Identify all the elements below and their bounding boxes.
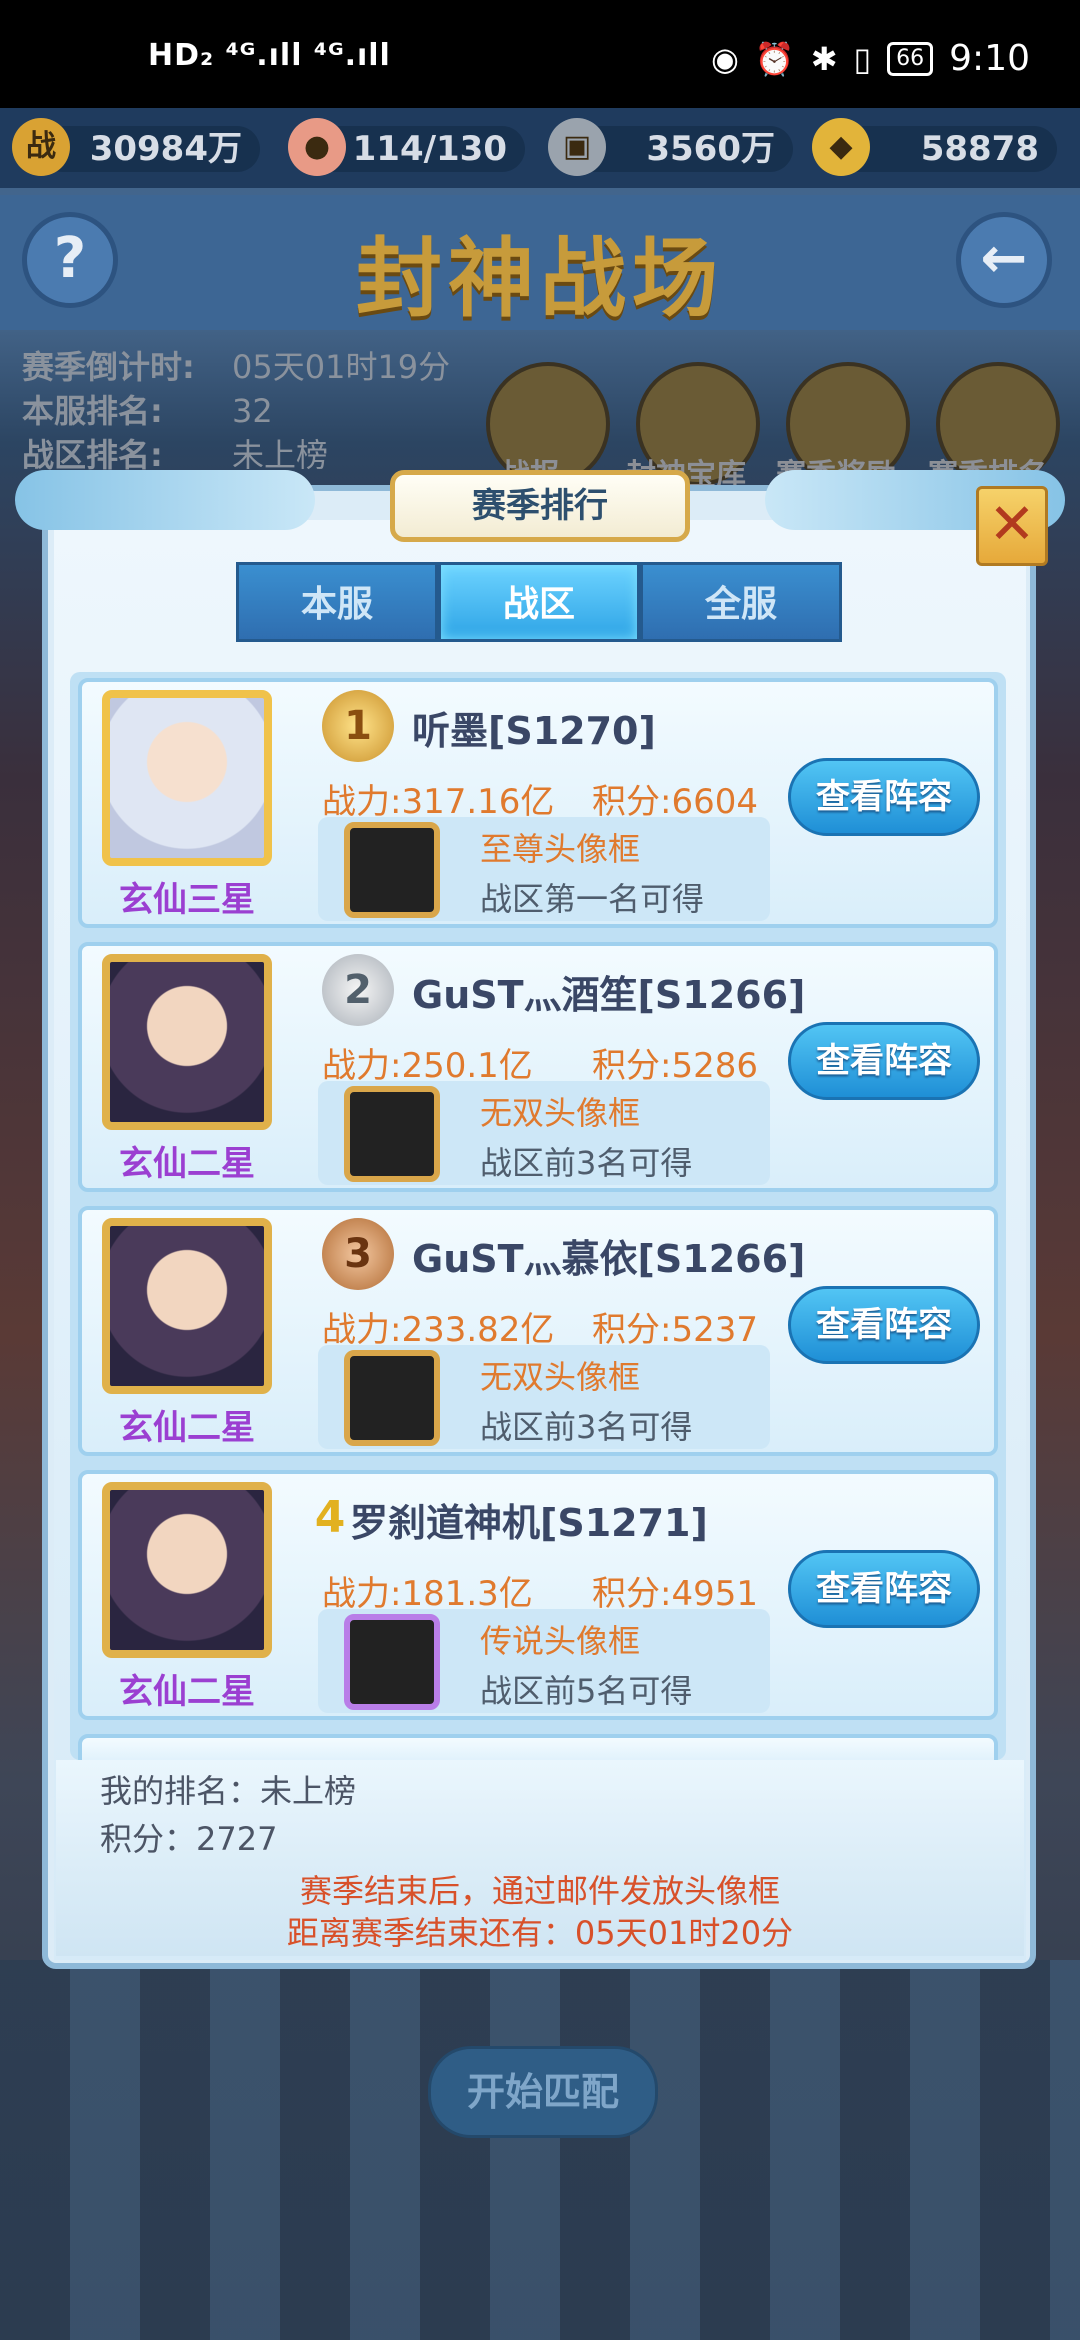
view-lineup-button[interactable]: 查看阵容 <box>788 758 980 836</box>
server-rank-label: 本服排名: <box>22 392 163 430</box>
avatar-frame-icon <box>344 1350 440 1446</box>
start-match-button[interactable]: 开始匹配 <box>428 2046 658 2138</box>
back-button[interactable]: ← <box>956 212 1052 308</box>
countdown-value: 05天01时19分 <box>232 348 451 386</box>
rank-number: 4 <box>314 1492 346 1543</box>
player-name: 听墨[S1270] <box>412 709 656 753</box>
close-button[interactable]: ✕ <box>976 486 1048 566</box>
player-name: 罗刹道神机[S1271] <box>350 1501 708 1545</box>
frame-condition: 战区前3名可得 <box>480 1408 693 1446</box>
battle-power-icon: 战 <box>12 118 70 176</box>
modal-title: 赛季排行 <box>390 470 690 542</box>
ranking-tabs: 本服 战区 全服 <box>236 562 842 642</box>
player-title-label: 玄仙三星 <box>119 880 255 920</box>
player-avatar[interactable] <box>102 1482 272 1658</box>
player-avatar[interactable] <box>102 1218 272 1394</box>
season-info: 赛季倒计时: 05天01时19分 本服排名: 32 战区排名: 未上榜 <box>22 345 450 477</box>
player-name: GuST灬慕依[S1266] <box>412 1237 806 1281</box>
view-lineup-button[interactable]: 查看阵容 <box>788 1550 980 1628</box>
eye-comfort-icon: ◉ <box>710 39 739 78</box>
frame-name: 传说头像框 <box>480 1622 641 1660</box>
player-name: GuST灬酒笙[S1266] <box>412 973 806 1017</box>
view-lineup-button[interactable]: 查看阵容 <box>788 1286 980 1364</box>
ranking-list[interactable]: 玄仙三星 1 听墨[S1270] 战力:317.16亿 积分:6604 至尊头像… <box>70 672 1006 1760</box>
player-score: 积分:5237 <box>592 1310 758 1350</box>
cloud-ornament-left <box>15 470 315 530</box>
player-power: 战力:250.1亿 <box>322 1046 533 1086</box>
tab-server[interactable]: 本服 <box>236 562 438 642</box>
player-score: 积分:6604 <box>592 782 758 822</box>
battery-icon: 66 <box>887 41 934 76</box>
frame-condition: 战区第一名可得 <box>480 880 705 918</box>
ranking-entry-2: 玄仙二星 2 GuST灬酒笙[S1266] 战力:250.1亿 积分:5286 … <box>78 942 998 1192</box>
server-rank-value: 32 <box>232 392 273 430</box>
player-power: 战力:181.3亿 <box>322 1574 533 1614</box>
tab-all[interactable]: 全服 <box>640 562 842 642</box>
alarm-icon: ⏰ <box>754 39 795 78</box>
avatar-frame-icon <box>344 1086 440 1182</box>
peach-stamina-icon: ● <box>288 118 346 176</box>
my-score: 积分：2727 <box>100 1820 278 1858</box>
arena-background <box>0 1960 1080 2340</box>
player-avatar[interactable] <box>102 954 272 1130</box>
player-power: 战力:233.82亿 <box>322 1310 555 1350</box>
player-title-label: 玄仙二星 <box>119 1408 255 1448</box>
ranking-entry-3: 玄仙二星 3 GuST灬慕依[S1266] 战力:233.82亿 积分:5237… <box>78 1206 998 1456</box>
frame-condition: 战区前5名可得 <box>480 1672 693 1710</box>
my-rank: 我的排名：未上榜 <box>100 1772 357 1810</box>
game-title: 封神战场 <box>356 229 724 329</box>
coin-icon: ▣ <box>548 118 606 176</box>
ranking-entry-partial <box>78 1734 998 1760</box>
player-score: 积分:5286 <box>592 1046 758 1086</box>
resource-battle-power: 30984万 <box>40 126 260 172</box>
avatar-frame-icon <box>344 822 440 918</box>
tab-zone[interactable]: 战区 <box>438 562 640 642</box>
reward-notice: 赛季结束后，通过邮件发放头像框 <box>299 1872 780 1910</box>
clock: 9:10 <box>949 38 1030 79</box>
rank-medal-icon: 3 <box>322 1218 394 1290</box>
player-score: 积分:4951 <box>592 1574 758 1614</box>
help-button[interactable]: ? <box>22 212 118 308</box>
rank-medal-icon: 1 <box>322 690 394 762</box>
player-title-label: 玄仙二星 <box>119 1144 255 1184</box>
frame-condition: 战区前3名可得 <box>480 1144 693 1182</box>
frame-name: 无双头像框 <box>480 1094 641 1132</box>
player-title-label: 玄仙二星 <box>119 1672 255 1712</box>
frame-name: 至尊头像框 <box>480 830 641 868</box>
ranking-entry-4: 玄仙二星 4 罗刹道神机[S1271] 战力:181.3亿 积分:4951 传说… <box>78 1470 998 1720</box>
frame-name: 无双头像框 <box>480 1358 641 1396</box>
ranking-entry-1: 玄仙三星 1 听墨[S1270] 战力:317.16亿 积分:6604 至尊头像… <box>78 678 998 928</box>
avatar-frame-icon <box>344 1614 440 1710</box>
bluetooth-icon: ✱ <box>810 39 838 78</box>
player-power: 战力:317.16亿 <box>322 782 555 822</box>
rank-medal-icon: 2 <box>322 954 394 1026</box>
player-avatar[interactable] <box>102 690 272 866</box>
countdown-label: 赛季倒计时: <box>22 348 195 386</box>
view-lineup-button[interactable]: 查看阵容 <box>788 1022 980 1100</box>
vibrate-icon: ▯ <box>853 39 872 78</box>
season-end-countdown: 距离赛季结束还有：05天01时20分 <box>286 1914 794 1952</box>
status-icons: ◉ ⏰ ✱ ▯ 66 9:10 <box>711 38 1030 79</box>
gold-ingot-icon: ◆ <box>812 118 870 176</box>
signal-indicators: HD₂ ⁴ᴳ.ıll ⁴ᴳ.ıll <box>148 38 391 73</box>
status-bar: HD₂ ⁴ᴳ.ıll ⁴ᴳ.ıll ◉ ⏰ ✱ ▯ 66 9:10 <box>0 0 1080 108</box>
